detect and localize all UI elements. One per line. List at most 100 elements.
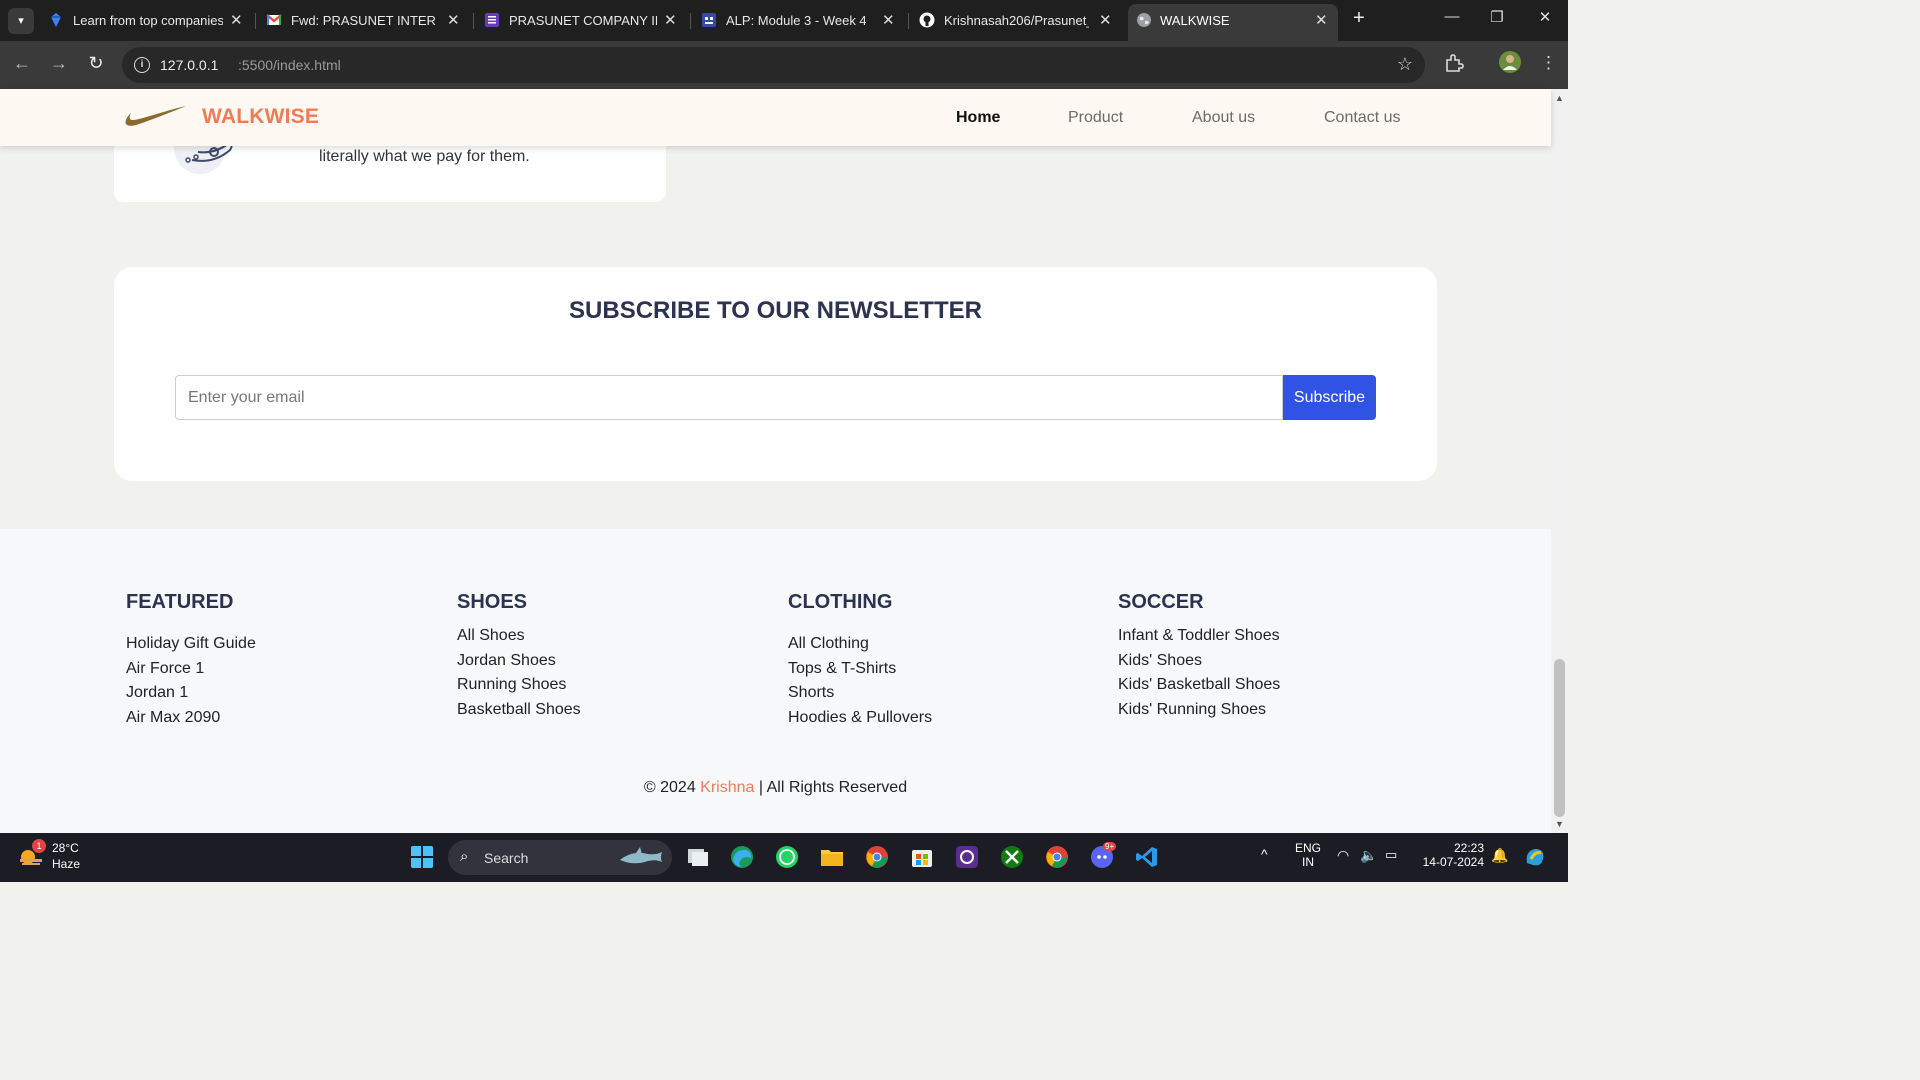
- address-bar[interactable]: i 127.0.0.1 :5500/index.html ☆: [122, 47, 1425, 83]
- xbox-icon[interactable]: [1000, 845, 1024, 869]
- footer-link[interactable]: Hoodies & Pullovers: [788, 706, 932, 731]
- forward-icon[interactable]: →: [47, 53, 71, 74]
- nav-about[interactable]: About us: [1192, 109, 1255, 127]
- close-tab-icon[interactable]: ✕: [1315, 11, 1328, 29]
- newsletter-title: SUBSCRIBE TO OUR NEWSLETTER: [569, 297, 982, 324]
- copilot-icon[interactable]: [1523, 845, 1547, 869]
- edge-browser-icon[interactable]: [730, 845, 754, 869]
- forms-icon: [485, 13, 499, 27]
- close-window-icon[interactable]: ✕: [1530, 8, 1560, 26]
- clock-date: 14-07-2024: [1422, 855, 1484, 869]
- microsoft-store-icon[interactable]: [910, 845, 934, 869]
- copyright-name[interactable]: Krishna: [700, 779, 754, 796]
- show-hidden-icons-icon[interactable]: ^: [1261, 846, 1268, 862]
- page-scrollbar[interactable]: ▲ ▼: [1551, 89, 1568, 833]
- footer-link[interactable]: All Clothing: [788, 632, 932, 657]
- tab-forms[interactable]: PRASUNET COMPANY INT ✕: [484, 0, 684, 41]
- clock-time: 22:23: [1453, 841, 1484, 855]
- volume-icon[interactable]: 🔈: [1360, 847, 1377, 864]
- task-view-icon[interactable]: [686, 845, 710, 869]
- scroll-down-icon[interactable]: ▼: [1555, 819, 1564, 829]
- tab-separator: [473, 13, 474, 29]
- footer-column-shoes: SHOES All Shoes Jordan Shoes Running Sho…: [457, 591, 581, 722]
- footer-link[interactable]: Air Force 1: [126, 657, 256, 682]
- tab-learn[interactable]: Learn from top companies ✕: [48, 0, 248, 41]
- scroll-thumb[interactable]: [1554, 659, 1565, 817]
- windows-start-icon[interactable]: [410, 845, 434, 869]
- footer-link[interactable]: Infant & Toddler Shoes: [1118, 624, 1280, 649]
- copyright-prefix: © 2024: [643, 779, 696, 796]
- swoosh-logo-icon[interactable]: [124, 103, 188, 131]
- subscribe-button[interactable]: Subscribe: [1283, 375, 1376, 420]
- minimize-icon[interactable]: —: [1437, 8, 1467, 25]
- url-host: 127.0.0.1: [160, 57, 219, 73]
- footer-column-title: CLOTHING: [788, 591, 893, 613]
- copyright: © 2024 Krishna | All Rights Reserved: [0, 779, 1551, 797]
- taskbar-search-label: Search: [484, 850, 529, 866]
- clock[interactable]: 22:23 14-07-2024: [1414, 841, 1484, 869]
- tab-gmail[interactable]: Fwd: PRASUNET INTERNSH ✕: [266, 0, 466, 41]
- chrome-active-icon[interactable]: [1045, 845, 1069, 869]
- footer-column-title: FEATURED: [126, 591, 234, 613]
- footer-link[interactable]: Holiday Gift Guide: [126, 632, 256, 657]
- email-input[interactable]: [175, 375, 1283, 420]
- footer-link[interactable]: Kids' Basketball Shoes: [1118, 673, 1280, 698]
- close-tab-icon[interactable]: ✕: [1099, 11, 1112, 29]
- tab-title: Learn from top companies: [73, 13, 223, 28]
- tab-github[interactable]: Krishnasah206/Prasunet_W ✕: [919, 0, 1119, 41]
- footer-link[interactable]: Basketball Shoes: [457, 698, 581, 723]
- notification-bell-icon[interactable]: 🔔: [1491, 847, 1508, 864]
- language-indicator[interactable]: ENG IN: [1295, 841, 1321, 869]
- bookmark-star-icon[interactable]: ☆: [1397, 54, 1413, 75]
- nav-product[interactable]: Product: [1068, 109, 1123, 127]
- chrome-icon[interactable]: [865, 845, 889, 869]
- profile-avatar[interactable]: [1498, 50, 1522, 79]
- brand-name[interactable]: WALKWISE: [202, 105, 319, 129]
- footer-link[interactable]: Kids' Shoes: [1118, 649, 1280, 674]
- close-tab-icon[interactable]: ✕: [230, 11, 243, 29]
- vscode-icon[interactable]: [1135, 845, 1159, 869]
- tab-separator: [908, 13, 909, 29]
- footer-link[interactable]: Air Max 2090: [126, 706, 256, 731]
- tab-title: Fwd: PRASUNET INTERNSH: [291, 13, 436, 28]
- taskbar-search[interactable]: ⌕ Search: [448, 840, 672, 875]
- nav-home[interactable]: Home: [956, 109, 1000, 127]
- close-tab-icon[interactable]: ✕: [664, 11, 677, 29]
- browser-menu-icon[interactable]: ⋮: [1540, 53, 1557, 73]
- tab-separator: [255, 13, 256, 29]
- close-tab-icon[interactable]: ✕: [882, 11, 895, 29]
- site-info-icon[interactable]: i: [134, 57, 150, 73]
- footer-link[interactable]: Kids' Running Shoes: [1118, 698, 1280, 723]
- nav-contact[interactable]: Contact us: [1324, 109, 1400, 127]
- reload-icon[interactable]: ↻: [84, 53, 108, 74]
- back-icon[interactable]: ←: [10, 53, 34, 74]
- photos-app-icon[interactable]: [955, 845, 979, 869]
- browser-toolbar: ← → ↻ i 127.0.0.1 :5500/index.html ☆ ⋮: [0, 41, 1568, 89]
- restore-icon[interactable]: ❐: [1482, 8, 1512, 26]
- new-tab-icon[interactable]: +: [1349, 7, 1369, 30]
- footer-link[interactable]: Jordan Shoes: [457, 649, 581, 674]
- footer-link[interactable]: All Shoes: [457, 624, 581, 649]
- scroll-up-icon[interactable]: ▲: [1555, 93, 1564, 103]
- search-icon: ⌕: [460, 848, 469, 865]
- tab-title: Krishnasah206/Prasunet_W: [944, 13, 1089, 28]
- tab-walkwise[interactable]: WALKWISE ✕: [1128, 4, 1338, 41]
- windows-taskbar: 1 28°C Haze ⌕ Search 9+ ^ ENG IN ◠ 🔈 ▭ 2…: [0, 833, 1568, 882]
- footer-link[interactable]: Shorts: [788, 681, 932, 706]
- tab-search-dropdown-icon[interactable]: ▾: [8, 8, 34, 34]
- wifi-icon[interactable]: ◠: [1337, 847, 1349, 864]
- globe-icon: [1137, 13, 1151, 27]
- whatsapp-icon[interactable]: [775, 845, 799, 869]
- tab-alp[interactable]: ALP: Module 3 - Week 4: V ✕: [701, 0, 901, 41]
- footer-link[interactable]: Jordan 1: [126, 681, 256, 706]
- discord-badge: 9+: [1103, 842, 1117, 851]
- extensions-icon[interactable]: [1444, 53, 1464, 78]
- close-tab-icon[interactable]: ✕: [447, 11, 460, 29]
- footer-column-soccer: SOCCER Infant & Toddler Shoes Kids' Shoe…: [1118, 591, 1280, 722]
- diamond-icon: [51, 13, 61, 27]
- footer-link[interactable]: Tops & T-Shirts: [788, 657, 932, 682]
- battery-icon[interactable]: ▭: [1385, 847, 1397, 863]
- weather-temp: 28°C: [52, 841, 79, 855]
- footer-link[interactable]: Running Shoes: [457, 673, 581, 698]
- file-explorer-icon[interactable]: [820, 845, 844, 869]
